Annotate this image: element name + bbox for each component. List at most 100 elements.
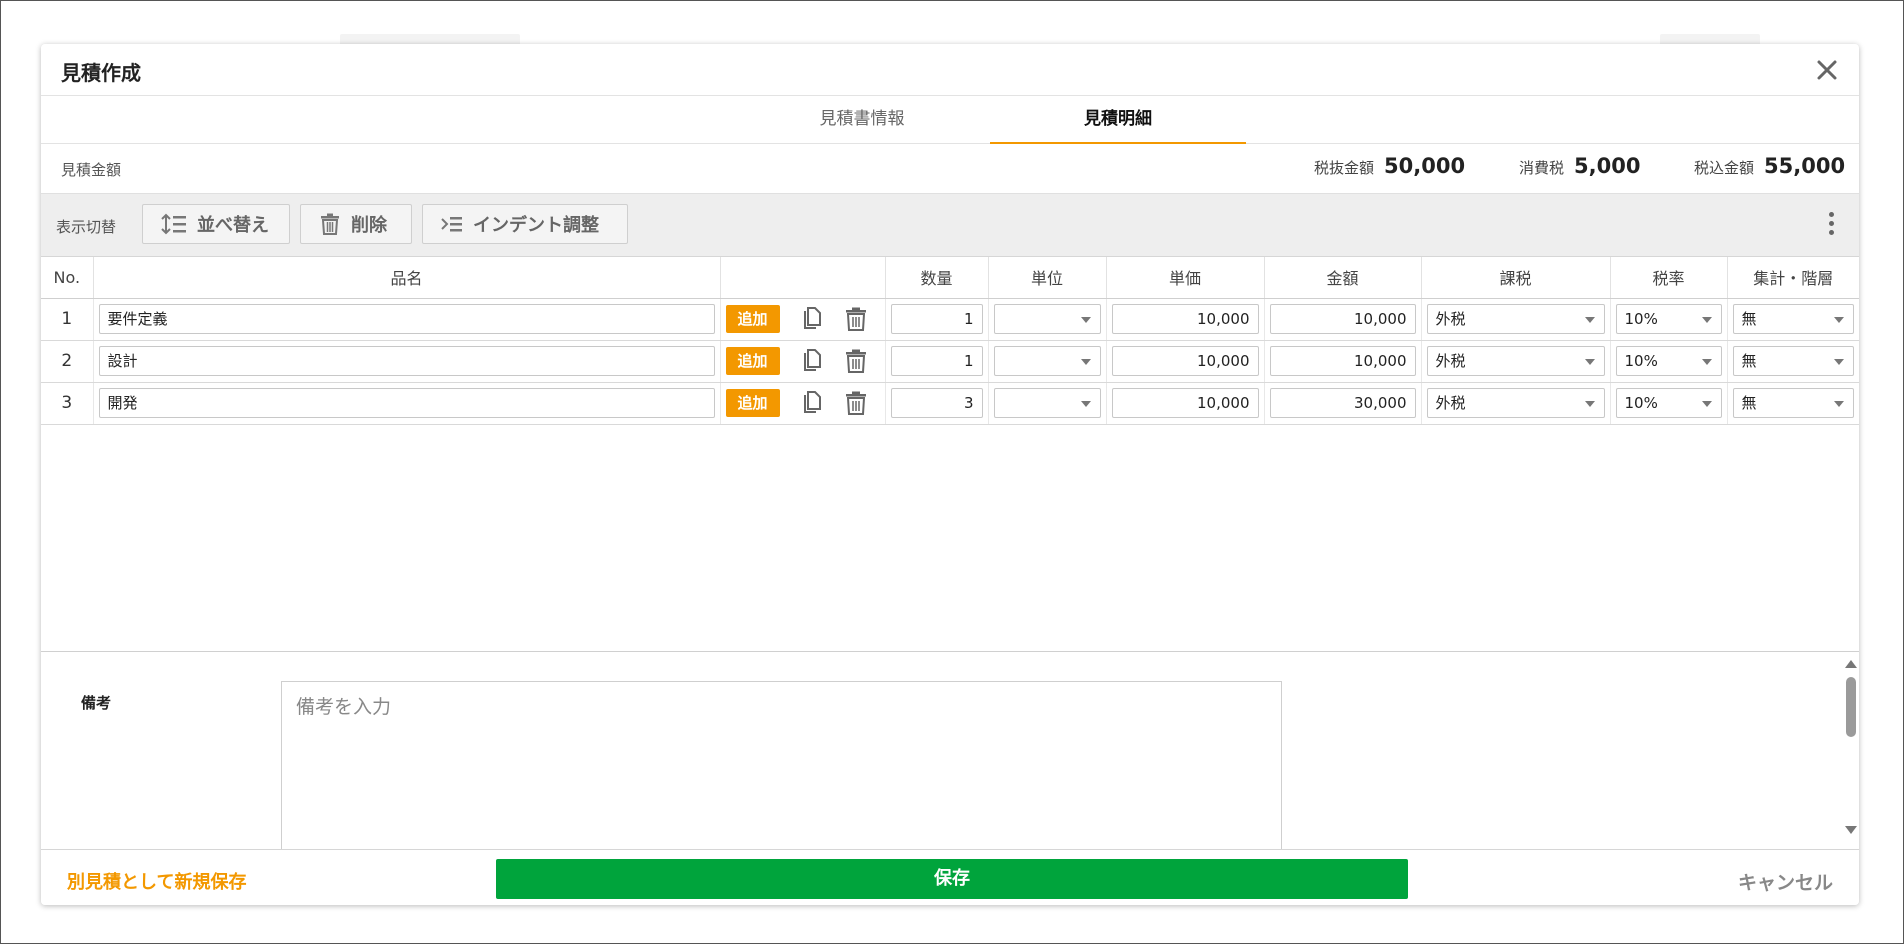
notes-textarea[interactable]: 備考を入力 (281, 681, 1282, 851)
save-as-new-button[interactable]: 別見積として新規保存 (67, 868, 246, 894)
header-amount[interactable]: 金額 (1264, 257, 1422, 299)
trash-icon (845, 349, 866, 373)
chevron-down-icon (1701, 401, 1712, 407)
dialog-footer: 別見積として新規保存 保存 キャンセル (41, 849, 1859, 905)
copy-icon (803, 349, 821, 371)
add-row-button[interactable]: 追加 (725, 347, 780, 375)
row-actions: 追加 (725, 389, 880, 417)
aggregation-value: 無 (1741, 352, 1757, 370)
aggregation-select[interactable]: 無 (1732, 388, 1854, 418)
delete-row-button[interactable] (844, 348, 868, 374)
amount-input[interactable]: 10,000 (1269, 346, 1416, 376)
item-name-input[interactable]: 要件定義 (98, 304, 715, 334)
items-table-area[interactable]: No. 品名 数量 単位 単価 金額 課税 税率 集計・階層 1 要件定義 追加… (41, 257, 1859, 652)
kebab-icon (1828, 221, 1834, 226)
header-no[interactable]: No. (41, 257, 94, 299)
close-button[interactable] (1813, 56, 1841, 84)
add-row-button[interactable]: 追加 (725, 305, 780, 333)
delete-row-button[interactable] (844, 306, 868, 332)
row-number: 3 (41, 382, 94, 425)
kebab-icon (1828, 230, 1834, 235)
table-row: 1 要件定義 追加 1 10,000 10,000 外税 10% 無 (41, 298, 1859, 341)
quantity-input[interactable]: 3 (890, 388, 983, 418)
unit-select[interactable] (993, 388, 1101, 418)
tax-rate-value: 10% (1624, 310, 1658, 328)
add-row-button[interactable]: 追加 (725, 389, 780, 417)
taxation-value: 外税 (1435, 352, 1466, 370)
taxation-select[interactable]: 外税 (1426, 346, 1605, 376)
taxation-value: 外税 (1435, 310, 1466, 328)
tax: 消費税 5,000 (1519, 154, 1640, 178)
summary-label: 見積金額 (61, 161, 122, 179)
tax-rate-select[interactable]: 10% (1615, 346, 1722, 376)
delete-row-button[interactable] (844, 390, 868, 416)
tax-label: 消費税 (1519, 159, 1565, 177)
taxation-select[interactable]: 外税 (1426, 304, 1605, 334)
save-button[interactable]: 保存 (496, 859, 1408, 899)
tax-value: 5,000 (1574, 154, 1641, 178)
aggregation-value: 無 (1741, 394, 1757, 412)
chevron-down-icon (1584, 317, 1595, 323)
amount-summary: 見積金額 税抜金額 50,000 消費税 5,000 税込金額 55,000 (41, 144, 1859, 194)
unit-price-input[interactable]: 10,000 (1111, 304, 1259, 334)
notes-section: 備考 備考を入力 (41, 652, 1859, 851)
chevron-down-icon (1834, 317, 1844, 323)
chevron-down-icon (1834, 401, 1844, 407)
scroll-down-icon[interactable] (1845, 826, 1857, 834)
row-number: 2 (41, 340, 94, 383)
total-label: 税込金額 (1694, 159, 1755, 177)
item-name-input[interactable]: 開発 (98, 388, 715, 418)
notes-label: 備考 (81, 694, 112, 712)
tax-rate-select[interactable]: 10% (1615, 388, 1722, 418)
copy-row-button[interactable] (800, 306, 824, 332)
aggregation-value: 無 (1741, 310, 1757, 328)
indent-button[interactable]: インデント調整 (422, 204, 628, 244)
header-tax-rate[interactable]: 税率 (1610, 257, 1728, 299)
unit-price-input[interactable]: 10,000 (1111, 388, 1259, 418)
chevron-down-icon (1080, 359, 1091, 365)
unit-price-input[interactable]: 10,000 (1111, 346, 1259, 376)
quantity-input[interactable]: 1 (890, 304, 983, 334)
tab-estimate-details[interactable]: 見積明細 (990, 96, 1246, 144)
amount-input[interactable]: 10,000 (1269, 304, 1416, 334)
header-item-name[interactable]: 品名 (93, 257, 721, 299)
scrollbar-thumb[interactable] (1846, 677, 1856, 737)
sort-button[interactable]: 並べ替え (142, 204, 290, 244)
subtotal: 税抜金額 50,000 (1314, 154, 1465, 178)
delete-label: 削除 (351, 215, 387, 236)
taxation-value: 外税 (1435, 394, 1466, 412)
tab-estimate-info[interactable]: 見積書情報 (734, 96, 990, 144)
cancel-button[interactable]: キャンセル (1738, 868, 1833, 895)
subtotal-value: 50,000 (1384, 154, 1466, 178)
view-toggle-label[interactable]: 表示切替 (56, 216, 116, 237)
unit-select[interactable] (993, 346, 1101, 376)
more-menu-button[interactable] (1827, 212, 1835, 240)
aggregation-select[interactable]: 無 (1732, 346, 1854, 376)
sort-icon (161, 213, 186, 235)
notes-scrollbar[interactable] (1841, 652, 1859, 842)
total-value: 55,000 (1764, 154, 1846, 178)
header-taxation[interactable]: 課税 (1421, 257, 1611, 299)
copy-row-button[interactable] (800, 348, 824, 374)
header-aggregation[interactable]: 集計・階層 (1727, 257, 1859, 299)
delete-button[interactable]: 削除 (300, 204, 412, 244)
unit-select[interactable] (993, 304, 1101, 334)
copy-row-button[interactable] (800, 390, 824, 416)
header-unit[interactable]: 単位 (988, 257, 1107, 299)
header-unit-price[interactable]: 単価 (1106, 257, 1265, 299)
copy-icon (803, 391, 821, 413)
header-quantity[interactable]: 数量 (885, 257, 989, 299)
subtotal-label: 税抜金額 (1314, 159, 1375, 177)
table-row: 3 開発 追加 3 10,000 30,000 外税 10% 無 (41, 382, 1859, 425)
tax-rate-select[interactable]: 10% (1615, 304, 1722, 334)
amount-input[interactable]: 30,000 (1269, 388, 1416, 418)
item-name-input[interactable]: 設計 (98, 346, 715, 376)
quantity-input[interactable]: 1 (890, 346, 983, 376)
aggregation-select[interactable]: 無 (1732, 304, 1854, 334)
indent-label: インデント調整 (473, 215, 599, 236)
dialog-title: 見積作成 (61, 61, 141, 85)
chevron-down-icon (1701, 317, 1712, 323)
taxation-select[interactable]: 外税 (1426, 388, 1605, 418)
table-header-row: No. 品名 数量 単位 単価 金額 課税 税率 集計・階層 (41, 257, 1859, 299)
scroll-up-icon[interactable] (1845, 660, 1857, 668)
